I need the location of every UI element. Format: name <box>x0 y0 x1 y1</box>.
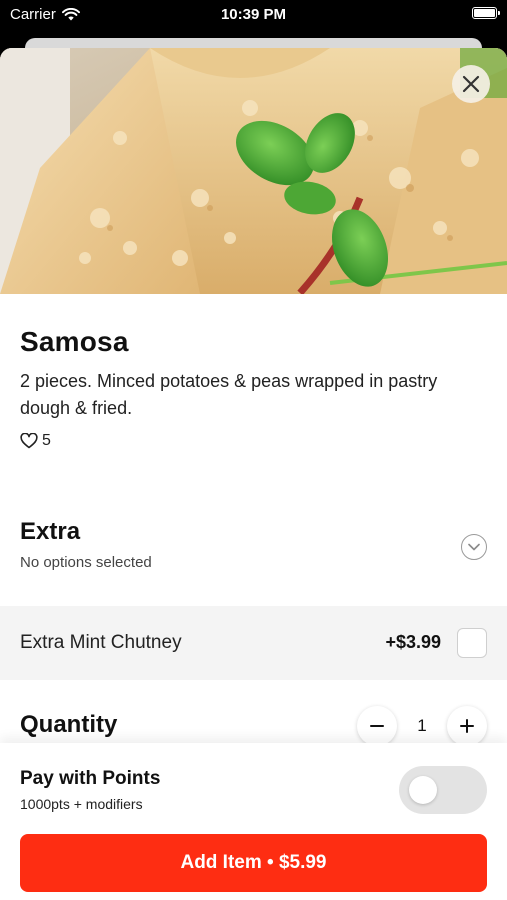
option-checkbox[interactable] <box>457 628 487 658</box>
option-row[interactable]: Extra Mint Chutney +$3.99 <box>0 606 507 680</box>
extra-section[interactable]: Extra No options selected <box>20 518 487 571</box>
item-detail-sheet: Samosa 2 pieces. Minced potatoes & peas … <box>0 48 507 900</box>
status-bar: Carrier 10:39 PM <box>0 0 507 30</box>
extra-title: Extra <box>20 518 81 545</box>
status-time: 10:39 PM <box>220 6 287 23</box>
likes[interactable]: 5 <box>20 432 487 450</box>
toggle-knob <box>409 776 437 804</box>
checkout-panel: Pay with Points 1000pts + modifiers Add … <box>0 743 507 900</box>
quantity-title: Quantity <box>20 711 118 738</box>
battery-fill <box>474 9 495 17</box>
add-item-button[interactable]: Add Item • $5.99 <box>20 834 487 892</box>
extra-subtitle: No options selected <box>20 554 152 571</box>
close-button[interactable] <box>452 65 490 103</box>
decrement-button[interactable] <box>357 706 397 746</box>
extra-expand-button[interactable] <box>461 534 487 560</box>
item-photo <box>0 48 507 294</box>
heart-icon <box>20 433 38 449</box>
item-title: Samosa <box>20 326 129 357</box>
plus-icon <box>460 719 474 733</box>
quantity-stepper: 1 <box>357 706 487 746</box>
points-subtitle: 1000pts + modifiers <box>20 796 143 812</box>
option-label: Extra Mint Chutney <box>20 632 182 653</box>
item-info: Samosa 2 pieces. Minced potatoes & peas … <box>0 326 507 450</box>
option-price: +$3.99 <box>385 632 441 652</box>
increment-button[interactable] <box>447 706 487 746</box>
quantity-value: 1 <box>417 716 427 735</box>
chevron-down-icon <box>468 543 480 551</box>
close-icon <box>462 75 480 93</box>
battery-icon <box>472 7 500 19</box>
points-title: Pay with Points <box>20 768 161 789</box>
points-toggle[interactable] <box>399 766 487 814</box>
samosa-photo <box>0 48 507 294</box>
item-description: 2 pieces. Minced potatoes & peas wrapped… <box>20 371 438 418</box>
minus-icon <box>370 725 384 727</box>
like-count: 5 <box>42 432 51 449</box>
